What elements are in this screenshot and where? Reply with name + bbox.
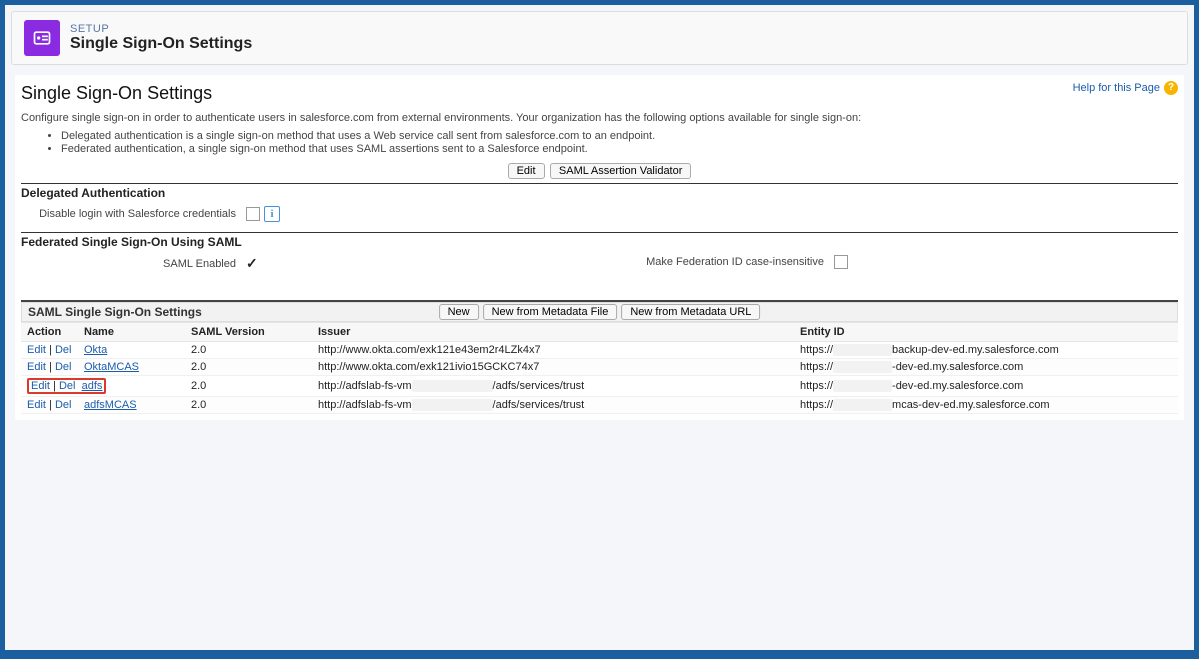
- col-entity-id: Entity ID: [794, 323, 1178, 342]
- entity-id-cell: https://xxxxxxxxxxbackup-dev-ed.my.sales…: [794, 342, 1178, 359]
- col-saml-version: SAML Version: [185, 323, 312, 342]
- config-name-link[interactable]: Okta: [84, 344, 107, 356]
- col-action: Action: [21, 323, 78, 342]
- saml-enabled-label: SAML Enabled: [21, 258, 246, 270]
- table-row: Edit | Del adfs 2.0http://adfslab-fs-vmxx…: [21, 376, 1178, 397]
- page-description: Configure single sign-on in order to aut…: [21, 112, 1178, 124]
- saml-version-cell: 2.0: [185, 359, 312, 376]
- federation-case-label: Make Federation ID case-insensitive: [620, 256, 835, 268]
- table-row: Edit | DeladfsMCAS2.0http://adfslab-fs-v…: [21, 397, 1178, 414]
- col-name: Name: [78, 323, 185, 342]
- issuer-cell: http://www.okta.com/exk121e43em2r4LZk4x7: [312, 342, 794, 359]
- issuer-cell: http://adfslab-fs-vmxxxxxxxxxxxxxx/adfs/…: [312, 376, 794, 397]
- new-button[interactable]: New: [439, 304, 479, 320]
- delete-row-link[interactable]: Del: [55, 344, 72, 356]
- delete-row-link[interactable]: Del: [59, 380, 76, 392]
- new-from-metadata-url-button[interactable]: New from Metadata URL: [621, 304, 760, 320]
- saml-version-cell: 2.0: [185, 397, 312, 414]
- new-from-metadata-file-button[interactable]: New from Metadata File: [483, 304, 618, 320]
- config-name-link[interactable]: adfs: [82, 380, 103, 392]
- table-row: Edit | DelOkta2.0http://www.okta.com/exk…: [21, 342, 1178, 359]
- edit-row-link[interactable]: Edit: [27, 361, 46, 373]
- saml-version-cell: 2.0: [185, 342, 312, 359]
- issuer-cell: http://adfslab-fs-vmxxxxxxxxxxxxxx/adfs/…: [312, 397, 794, 414]
- saml-settings-table: Action Name SAML Version Issuer Entity I…: [21, 322, 1178, 414]
- saml-enabled-check-icon: ✓: [246, 255, 258, 272]
- saml-version-cell: 2.0: [185, 376, 312, 397]
- info-icon[interactable]: i: [264, 206, 280, 222]
- federation-case-checkbox[interactable]: [834, 255, 848, 269]
- highlighted-row-marker: Edit | Del adfs: [27, 378, 106, 394]
- issuer-cell: http://www.okta.com/exk121ivio15GCKC74x7: [312, 359, 794, 376]
- help-for-this-page-link[interactable]: Help for this Page ?: [1073, 81, 1178, 95]
- delegated-auth-section-title: Delegated Authentication: [21, 184, 1178, 204]
- saml-settings-panel-title: SAML Single Sign-On Settings: [28, 305, 202, 319]
- list-item: Federated authentication, a single sign-…: [61, 143, 1178, 155]
- sso-options-list: Delegated authentication is a single sig…: [61, 130, 1178, 155]
- disable-login-label: Disable login with Salesforce credential…: [21, 208, 246, 220]
- entity-id-cell: https://xxxxxxxxxx-dev-ed.my.salesforce.…: [794, 359, 1178, 376]
- setup-icon: [24, 20, 60, 56]
- saml-assertion-validator-button[interactable]: SAML Assertion Validator: [550, 163, 692, 179]
- config-name-link[interactable]: adfsMCAS: [84, 399, 137, 411]
- delete-row-link[interactable]: Del: [55, 399, 72, 411]
- disable-login-checkbox[interactable]: [246, 207, 260, 221]
- entity-id-cell: https://xxxxxxxxxx-dev-ed.my.salesforce.…: [794, 376, 1178, 397]
- edit-row-link[interactable]: Edit: [31, 380, 50, 392]
- page-header-title: Single Sign-On Settings: [70, 35, 252, 53]
- config-name-link[interactable]: OktaMCAS: [84, 361, 139, 373]
- page-header-bar: SETUP Single Sign-On Settings: [11, 11, 1188, 65]
- delete-row-link[interactable]: Del: [55, 361, 72, 373]
- list-item: Delegated authentication is a single sig…: [61, 130, 1178, 142]
- entity-id-cell: https://xxxxxxxxxxmcas-dev-ed.my.salesfo…: [794, 397, 1178, 414]
- edit-row-link[interactable]: Edit: [27, 399, 46, 411]
- edit-row-link[interactable]: Edit: [27, 344, 46, 356]
- col-issuer: Issuer: [312, 323, 794, 342]
- help-link-label: Help for this Page: [1073, 82, 1160, 94]
- federated-sso-section-title: Federated Single Sign-On Using SAML: [21, 233, 1178, 253]
- help-icon: ?: [1164, 81, 1178, 95]
- table-row: Edit | DelOktaMCAS2.0http://www.okta.com…: [21, 359, 1178, 376]
- page-header-eyebrow: SETUP: [70, 23, 252, 35]
- edit-button[interactable]: Edit: [508, 163, 545, 179]
- page-title: Single Sign-On Settings: [21, 83, 212, 104]
